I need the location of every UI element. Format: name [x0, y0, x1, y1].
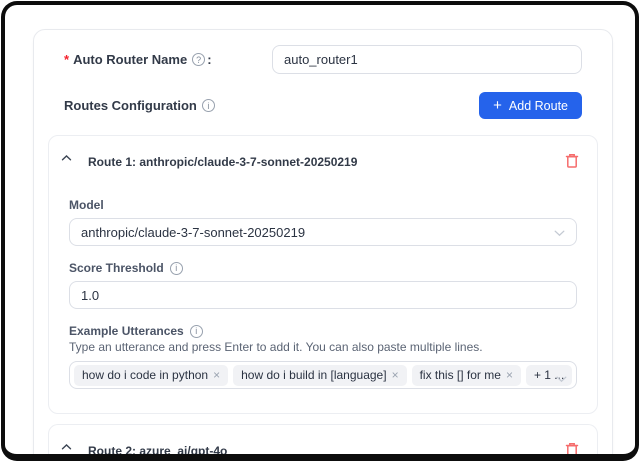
- trash-icon: [565, 153, 579, 168]
- example-utterances-label: Example Utterances i: [69, 324, 577, 338]
- score-threshold-label-text: Score Threshold: [69, 261, 164, 275]
- routes-config-label: Routes Configuration i: [64, 98, 215, 113]
- score-threshold-input[interactable]: 1.0: [69, 281, 577, 309]
- routes-config-label-text: Routes Configuration: [64, 98, 197, 113]
- model-label-text: Model: [69, 198, 104, 212]
- score-threshold-label: Score Threshold i: [69, 261, 577, 275]
- route-2-panel: Route 2: azure_ai/gpt-4o: [48, 424, 598, 461]
- route-2-title: Route 2: azure_ai/gpt-4o: [88, 444, 227, 458]
- utterance-tag: how do i code in python ×: [74, 365, 228, 386]
- auto-router-form-card: * Auto Router Name ? : auto_router1 Rout…: [33, 29, 613, 461]
- collapse-chevron-up-icon[interactable]: [61, 149, 72, 167]
- model-select-value: anthropic/claude-3-7-sonnet-20250219: [81, 225, 305, 240]
- utterances-tags-input[interactable]: how do i code in python × how do i build…: [69, 361, 577, 389]
- router-name-label-text: Auto Router Name: [73, 52, 187, 67]
- route-1-body: Model anthropic/claude-3-7-sonnet-202502…: [49, 173, 597, 413]
- route-1-panel: Route 1: anthropic/claude-3-7-sonnet-202…: [48, 135, 598, 414]
- route-1-header[interactable]: Route 1: anthropic/claude-3-7-sonnet-202…: [49, 136, 597, 173]
- utterances-helper-text: Type an utterance and press Enter to add…: [69, 340, 577, 354]
- example-utterances-label-text: Example Utterances: [69, 324, 184, 338]
- plus-icon: +: [493, 98, 502, 113]
- utterance-tag-text: fix this [] for me: [420, 368, 501, 382]
- delete-route-1-button[interactable]: [563, 151, 581, 173]
- window-frame: * Auto Router Name ? : auto_router1 Rout…: [1, 1, 639, 461]
- utterance-tag-text: how do i build in [language]: [241, 368, 386, 382]
- route-2-header[interactable]: Route 2: azure_ai/gpt-4o: [49, 425, 597, 461]
- model-select[interactable]: anthropic/claude-3-7-sonnet-20250219: [69, 218, 577, 246]
- required-asterisk: *: [64, 52, 69, 67]
- router-name-input[interactable]: auto_router1: [272, 45, 582, 74]
- tag-close-icon[interactable]: ×: [213, 369, 220, 381]
- utterance-tag-text: how do i code in python: [82, 368, 208, 382]
- add-route-button[interactable]: + Add Route: [479, 92, 582, 119]
- label-colon: :: [207, 52, 211, 67]
- info-circle-icon[interactable]: i: [190, 325, 203, 338]
- route-1-title: Route 1: anthropic/claude-3-7-sonnet-202…: [88, 155, 357, 169]
- trash-icon: [565, 442, 579, 457]
- info-circle-icon[interactable]: i: [170, 262, 183, 275]
- utterance-tag: fix this [] for me ×: [412, 365, 521, 386]
- tag-close-icon[interactable]: ×: [392, 369, 399, 381]
- info-circle-icon[interactable]: i: [202, 99, 215, 112]
- model-label: Model: [69, 198, 577, 212]
- add-route-button-label: Add Route: [509, 99, 568, 113]
- routes-config-row: Routes Configuration i + Add Route: [64, 92, 582, 119]
- chevron-down-icon: [554, 225, 565, 240]
- utterance-tag: how do i build in [language] ×: [233, 365, 406, 386]
- router-name-label: * Auto Router Name ? :: [64, 52, 212, 67]
- question-circle-icon[interactable]: ?: [192, 53, 205, 66]
- tag-close-icon[interactable]: ×: [506, 369, 513, 381]
- router-name-row: * Auto Router Name ? : auto_router1: [64, 45, 582, 74]
- delete-route-2-button[interactable]: [563, 440, 581, 461]
- collapse-chevron-up-icon[interactable]: [61, 438, 72, 456]
- chevron-down-icon: [556, 370, 567, 388]
